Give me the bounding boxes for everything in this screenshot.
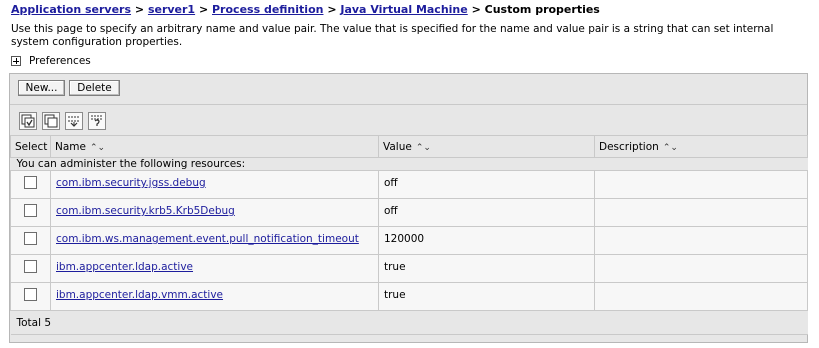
property-name-link[interactable]: ibm.appcenter.ldap.vmm.active	[52, 289, 223, 301]
select-cell	[10, 226, 51, 255]
breadcrumb-process-definition[interactable]: Process definition	[212, 3, 323, 16]
row-checkbox[interactable]	[24, 288, 37, 301]
name-cell: com.ibm.security.jgss.debug	[50, 170, 379, 199]
select-all-icon[interactable]	[19, 112, 37, 130]
group-row: You can administer the following resourc…	[10, 157, 808, 171]
expand-plus-icon[interactable]	[11, 56, 21, 66]
header-select-label: Select	[15, 140, 48, 153]
breadcrumb-separator: >	[327, 3, 337, 16]
delete-button[interactable]: Delete	[69, 80, 120, 96]
header-description-label[interactable]: Description	[599, 141, 659, 153]
deselect-all-icon[interactable]	[42, 112, 60, 130]
group-label: You can administer the following resourc…	[10, 157, 808, 171]
breadcrumb: Application servers > server1 > Process …	[11, 3, 600, 16]
button-bar: New... Delete	[10, 74, 807, 105]
total-row: Total 5	[10, 310, 808, 335]
breadcrumb-current: Custom properties	[484, 3, 600, 16]
sort-icon[interactable]: ⌃⌄	[90, 143, 105, 153]
breadcrumb-separator: >	[471, 3, 481, 16]
column-header-value[interactable]: Value ⌃⌄	[378, 135, 595, 158]
property-name-link[interactable]: com.ibm.security.jgss.debug	[52, 177, 206, 189]
breadcrumb-jvm[interactable]: Java Virtual Machine	[340, 3, 467, 16]
row-checkbox[interactable]	[24, 176, 37, 189]
page-description: Use this page to specify an arbitrary na…	[11, 23, 774, 48]
value-cell: true	[378, 282, 595, 311]
select-cell	[10, 198, 51, 227]
filter-icon[interactable]	[88, 112, 106, 130]
description-cell	[594, 226, 808, 255]
select-cell	[10, 254, 51, 283]
header-value-label[interactable]: Value	[383, 141, 412, 153]
value-cell: true	[378, 254, 595, 283]
preferences-label: Preferences	[29, 55, 91, 67]
name-cell: ibm.appcenter.ldap.vmm.active	[50, 282, 379, 311]
column-header-name[interactable]: Name ⌃⌄	[50, 135, 379, 158]
value-cell: off	[378, 198, 595, 227]
select-cell	[10, 282, 51, 311]
property-name-link[interactable]: com.ibm.security.krb5.Krb5Debug	[52, 205, 235, 217]
row-checkbox[interactable]	[24, 204, 37, 217]
breadcrumb-server1[interactable]: server1	[148, 3, 195, 16]
table-row: com.ibm.ws.management.event.pull_notific…	[10, 226, 808, 255]
description-cell	[594, 198, 808, 227]
collection-panel: New... Delete Select Name ⌃⌄ Value ⌃⌄ De…	[9, 73, 808, 343]
value-cell: off	[378, 170, 595, 199]
select-cell	[10, 170, 51, 199]
breadcrumb-separator: >	[134, 3, 145, 16]
row-checkbox[interactable]	[24, 260, 37, 273]
column-header-select: Select	[10, 135, 51, 158]
value-cell: 120000	[378, 226, 595, 255]
sort-icon[interactable]: ⌃⌄	[663, 143, 678, 153]
header-name-label[interactable]: Name	[55, 141, 86, 153]
new-button[interactable]: New...	[18, 80, 65, 96]
column-header-description[interactable]: Description ⌃⌄	[594, 135, 808, 158]
page: Application servers > server1 > Process …	[0, 0, 819, 348]
property-name-link[interactable]: com.ibm.ws.management.event.pull_notific…	[52, 233, 359, 245]
icon-toolbar	[10, 105, 807, 136]
breadcrumb-separator: >	[198, 3, 209, 16]
name-cell: com.ibm.ws.management.event.pull_notific…	[50, 226, 379, 255]
table-row: ibm.appcenter.ldap.active true	[10, 254, 808, 283]
preferences-toggle[interactable]: Preferences	[11, 55, 91, 67]
name-cell: ibm.appcenter.ldap.active	[50, 254, 379, 283]
description-cell	[594, 170, 808, 199]
description-cell	[594, 254, 808, 283]
description-cell	[594, 282, 808, 311]
sort-icon[interactable]: ⌃⌄	[416, 143, 431, 153]
table-header-row: Select Name ⌃⌄ Value ⌃⌄ Description ⌃⌄	[10, 135, 808, 158]
name-cell: com.ibm.security.krb5.Krb5Debug	[50, 198, 379, 227]
table-row: ibm.appcenter.ldap.vmm.active true	[10, 282, 808, 311]
resources-table: Select Name ⌃⌄ Value ⌃⌄ Description ⌃⌄ You …	[10, 135, 808, 335]
total-label: Total 5	[10, 310, 808, 335]
table-row: com.ibm.security.krb5.Krb5Debug off	[10, 198, 808, 227]
expand-icon[interactable]	[65, 112, 83, 130]
breadcrumb-application-servers[interactable]: Application servers	[11, 3, 131, 16]
table-row: com.ibm.security.jgss.debug off	[10, 170, 808, 199]
row-checkbox[interactable]	[24, 232, 37, 245]
property-name-link[interactable]: ibm.appcenter.ldap.active	[52, 261, 193, 273]
